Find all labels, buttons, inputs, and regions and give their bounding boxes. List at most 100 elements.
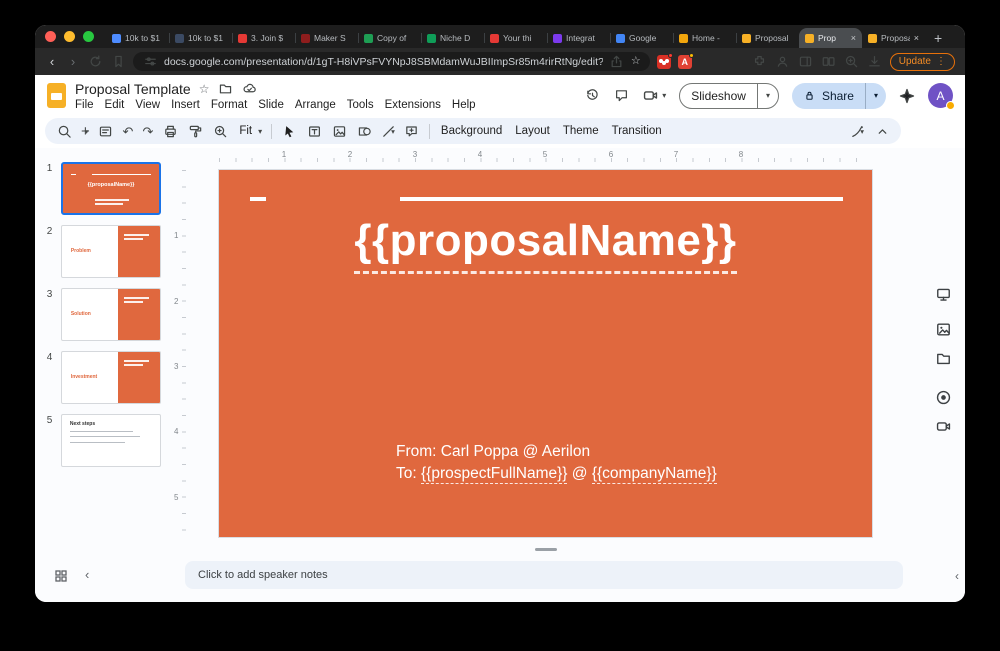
select-tool[interactable] <box>281 123 297 139</box>
collapse-toolbar-icon[interactable] <box>874 123 890 139</box>
menu-format[interactable]: Format <box>211 99 247 111</box>
menu-file[interactable]: File <box>75 99 94 111</box>
slide-thumbnail-5[interactable]: Next steps <box>61 414 161 467</box>
menu-insert[interactable]: Insert <box>171 99 200 111</box>
insert-shape-tool[interactable] <box>356 123 372 139</box>
slide-title-text[interactable]: {{proposalName}} <box>219 216 872 274</box>
split-screen-icon[interactable] <box>821 54 837 70</box>
extension-a-icon[interactable]: A <box>678 55 692 69</box>
camera-icon[interactable] <box>935 418 952 435</box>
meet-button[interactable]: ▾ <box>642 87 666 104</box>
tab[interactable]: Home - <box>673 28 736 48</box>
tab[interactable]: Maker S <box>295 28 358 48</box>
menu-view[interactable]: View <box>135 99 160 111</box>
extensions-puzzle-icon[interactable] <box>752 54 768 70</box>
gemini-sparkle-icon[interactable] <box>899 88 915 104</box>
undo-button[interactable]: ↶ <box>123 125 134 138</box>
collapse-side-panel-icon[interactable]: ‹ <box>955 569 959 583</box>
menu-edit[interactable]: Edit <box>105 99 125 111</box>
zoom-button[interactable] <box>212 123 228 139</box>
share-button[interactable]: Share ▾ <box>792 83 886 109</box>
new-tab-button[interactable]: + <box>925 28 951 48</box>
menu-extensions[interactable]: Extensions <box>385 99 441 111</box>
star-document-icon[interactable]: ☆ <box>199 83 210 95</box>
present-to-meeting-icon[interactable] <box>935 286 952 303</box>
notes-resize-handle[interactable] <box>535 548 557 551</box>
transition-button[interactable]: Transition <box>610 125 664 137</box>
profile-icon[interactable] <box>775 54 791 70</box>
pen-tools-button[interactable]: ▾ <box>850 124 864 139</box>
slide-thumbnail-1[interactable]: {{proposalName}} <box>61 162 161 215</box>
slide-body-text[interactable]: From: Carl Poppa @ Aerilon To: {{prospec… <box>396 441 717 484</box>
layout-button[interactable]: Layout <box>513 125 552 137</box>
share-page-icon[interactable] <box>609 54 625 70</box>
slideshow-dropdown[interactable]: ▾ <box>757 84 778 108</box>
slides-logo-icon[interactable] <box>47 83 66 108</box>
slide-thumbnail-2[interactable]: Problem <box>61 225 161 278</box>
tab[interactable]: Your thi <box>484 28 547 48</box>
close-window-button[interactable] <box>45 31 56 42</box>
tab-close-icon[interactable]: × <box>851 34 856 43</box>
bookmark-star-icon[interactable]: ☆ <box>631 56 641 67</box>
minimize-window-button[interactable] <box>64 31 75 42</box>
slideshow-button[interactable]: Slideshow ▾ <box>679 83 779 109</box>
tab[interactable]: Proposal <box>736 28 799 48</box>
grid-view-icon[interactable] <box>53 568 69 584</box>
insert-comment-tool[interactable] <box>404 123 420 139</box>
tab[interactable]: 10k to $1 <box>169 28 232 48</box>
tab[interactable]: Google <box>610 28 673 48</box>
reload-button[interactable] <box>87 54 103 70</box>
menu-slide[interactable]: Slide <box>258 99 284 111</box>
back-button[interactable]: ‹ <box>45 55 59 68</box>
version-history-icon[interactable] <box>584 88 600 104</box>
bookmark-icon[interactable] <box>110 54 126 70</box>
menu-arrange[interactable]: Arrange <box>295 99 336 111</box>
tab[interactable]: Copy of <box>358 28 421 48</box>
current-slide[interactable]: {{proposalName}} From: Carl Poppa @ Aeri… <box>219 170 872 537</box>
image-panel-icon[interactable] <box>935 321 952 338</box>
comments-icon[interactable] <box>613 88 629 104</box>
speaker-notes-input[interactable]: Click to add speaker notes <box>185 561 903 589</box>
zoom-search-icon[interactable] <box>844 54 860 70</box>
tab[interactable]: Niche D <box>421 28 484 48</box>
document-title[interactable]: Proposal Template <box>75 81 191 97</box>
insert-line-tool[interactable]: ▾ <box>381 124 395 139</box>
paint-format-button[interactable] <box>187 123 203 139</box>
collapse-filmstrip-icon[interactable]: ‹ <box>85 567 89 582</box>
slide-template-icon[interactable] <box>98 123 114 139</box>
url-text[interactable]: docs.google.com/presentation/d/1gT-H8iVP… <box>164 56 603 68</box>
slide-thumbnail-3[interactable]: Solution <box>61 288 161 341</box>
omnibox[interactable]: docs.google.com/presentation/d/1gT-H8iVP… <box>133 52 650 71</box>
print-button[interactable] <box>162 123 178 139</box>
browser-menu-dots-icon[interactable]: ⋮ <box>936 56 946 67</box>
new-slide-button[interactable]: +▾ <box>81 124 89 139</box>
insert-image-tool[interactable] <box>331 123 347 139</box>
folder-panel-icon[interactable] <box>935 350 952 367</box>
tab-active[interactable]: Prop× <box>799 28 862 48</box>
redo-button[interactable]: ↷ <box>142 125 153 138</box>
tab[interactable]: 10k to $1 <box>106 28 169 48</box>
forward-button[interactable]: › <box>66 55 80 68</box>
tab-close-icon[interactable]: × <box>914 34 919 43</box>
site-info-icon[interactable] <box>142 54 158 70</box>
update-button[interactable]: Update⋮ <box>890 53 955 71</box>
menu-help[interactable]: Help <box>452 99 476 111</box>
zoom-select[interactable]: Fit▾ <box>237 125 262 137</box>
background-button[interactable]: Background <box>439 125 504 137</box>
tab[interactable]: Proposal× <box>862 28 925 48</box>
record-icon[interactable] <box>935 389 952 406</box>
move-folder-icon[interactable] <box>217 81 233 97</box>
share-dropdown[interactable]: ▾ <box>865 83 886 109</box>
side-panel-icon[interactable] <box>798 54 814 70</box>
text-box-tool[interactable] <box>306 123 322 139</box>
theme-button[interactable]: Theme <box>561 125 601 137</box>
tab[interactable]: 3. Join $ <box>232 28 295 48</box>
download-icon[interactable] <box>867 54 883 70</box>
search-menus-icon[interactable] <box>56 123 72 139</box>
menu-tools[interactable]: Tools <box>347 99 374 111</box>
slide-thumbnail-4[interactable]: Investment <box>61 351 161 404</box>
extension-paw-icon[interactable] <box>657 55 671 69</box>
fullscreen-window-button[interactable] <box>83 31 94 42</box>
account-avatar[interactable]: A <box>928 83 953 108</box>
cloud-saved-icon[interactable] <box>241 81 257 97</box>
